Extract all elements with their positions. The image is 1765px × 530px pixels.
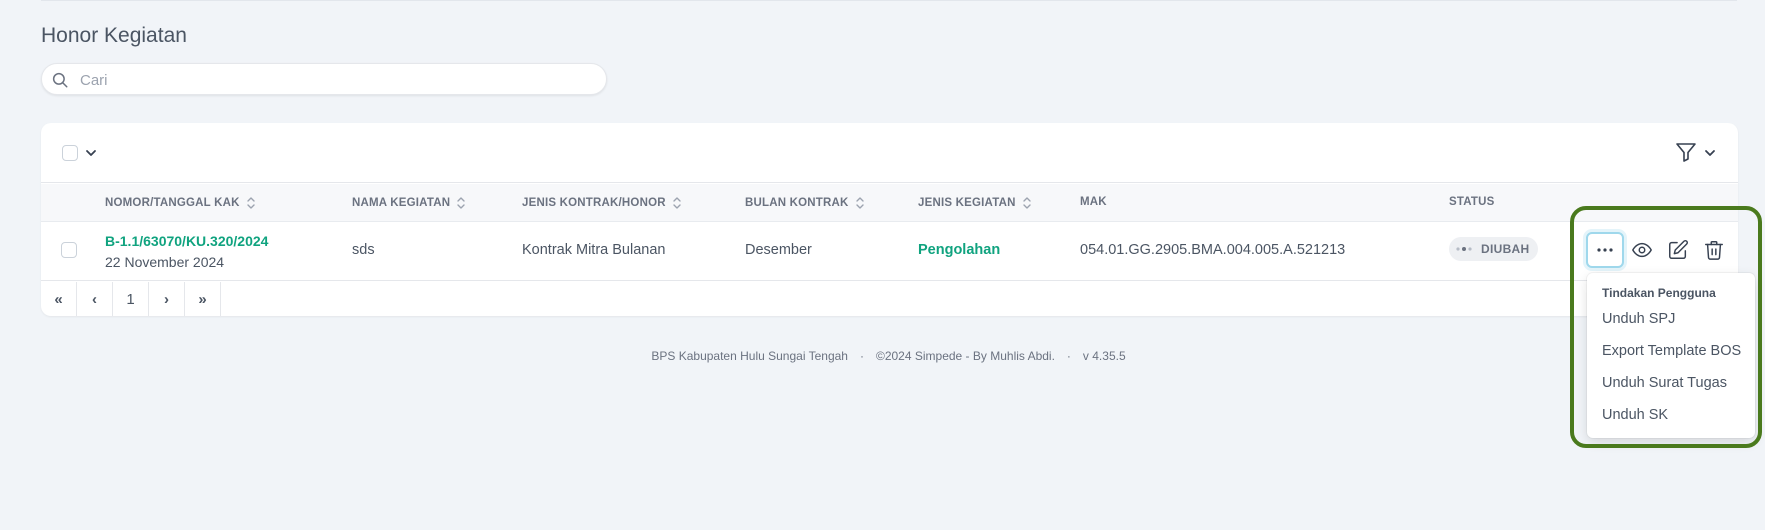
chevron-down-icon[interactable] xyxy=(85,147,97,159)
more-actions-button[interactable] xyxy=(1586,232,1624,268)
table-row[interactable]: B-1.1/63070/KU.320/2024 22 November 2024… xyxy=(41,222,1738,281)
bulan-kontrak: Desember xyxy=(745,242,812,258)
column-header-jenis-kegiatan[interactable]: JENIS KEGIATAN xyxy=(918,196,1032,210)
pagination: « ‹ 1 › » xyxy=(41,282,221,316)
footer-separator: · xyxy=(1066,349,1071,363)
first-page-button[interactable]: « xyxy=(41,282,77,316)
sort-icon xyxy=(1022,197,1031,209)
prev-page-button[interactable]: ‹ xyxy=(77,282,113,316)
filter-icon[interactable] xyxy=(1674,140,1698,164)
view-button[interactable] xyxy=(1624,232,1660,268)
table-header: NOMOR/TANGGAL KAK NAMA KEGIATAN JENIS KO… xyxy=(41,184,1738,222)
sort-icon xyxy=(246,197,255,209)
menu-item-export-template-bos[interactable]: Export Template BOS xyxy=(1602,343,1741,359)
footer-copyright: ©2024 Simpede - By Muhlis Abdi. xyxy=(875,349,1055,363)
next-page-button[interactable]: › xyxy=(149,282,185,316)
sort-icon xyxy=(457,197,465,209)
mak-code: 054.01.GG.2905.BMA.004.005.A.521213 xyxy=(1080,242,1346,258)
actions-dropdown-menu: Tindakan Pengguna Unduh SPJ Export Templ… xyxy=(1587,273,1755,438)
delete-button[interactable] xyxy=(1696,232,1732,268)
page-number-button[interactable]: 1 xyxy=(113,282,149,316)
eye-icon xyxy=(1632,242,1652,258)
table-card: NOMOR/TANGGAL KAK NAMA KEGIATAN JENIS KO… xyxy=(41,123,1738,316)
last-page-button[interactable]: » xyxy=(185,282,221,316)
table-toolbar xyxy=(41,123,1738,183)
more-horizontal-icon xyxy=(1597,248,1613,252)
column-header-bulan-kontrak[interactable]: BULAN KONTRAK xyxy=(745,196,865,210)
jenis-kontrak: Kontrak Mitra Bulanan xyxy=(522,242,666,258)
page-title: Honor Kegiatan xyxy=(41,24,187,47)
select-all-checkbox[interactable] xyxy=(62,145,78,161)
row-actions xyxy=(1586,232,1732,268)
column-header-jenis-kontrak[interactable]: JENIS KONTRAK/HONOR xyxy=(522,196,682,210)
kak-number-link[interactable]: B-1.1/63070/KU.320/2024 xyxy=(105,233,268,249)
menu-item-unduh-surat-tugas[interactable]: Unduh Surat Tugas xyxy=(1602,375,1727,391)
kak-date: 22 November 2024 xyxy=(105,254,225,270)
edit-button[interactable] xyxy=(1660,232,1696,268)
jenis-kegiatan: Pengolahan xyxy=(918,242,1001,258)
column-header-nomor-tanggal-kak[interactable]: NOMOR/TANGGAL KAK xyxy=(105,196,256,210)
column-header-status: STATUS xyxy=(1449,196,1495,208)
footer-separator: · xyxy=(859,349,864,363)
search-box[interactable] xyxy=(41,63,607,95)
menu-item-unduh-sk[interactable]: Unduh SK xyxy=(1602,407,1668,423)
footer: BPS Kabupaten Hulu Sungai Tengah · ©2024 S… xyxy=(0,349,1765,363)
status-label: DIUBAH xyxy=(1481,242,1530,256)
footer-org: BPS Kabupaten Hulu Sungai Tengah xyxy=(651,349,848,363)
trash-icon xyxy=(1705,241,1723,260)
sort-icon xyxy=(855,197,864,209)
column-header-mak: MAK xyxy=(1080,196,1107,208)
search-input[interactable] xyxy=(80,69,580,91)
status-dots-icon xyxy=(1456,247,1472,251)
search-icon xyxy=(52,72,68,88)
menu-item-unduh-spj[interactable]: Unduh SPJ xyxy=(1602,311,1675,327)
dropdown-header: Tindakan Pengguna xyxy=(1602,286,1716,300)
sort-icon xyxy=(673,197,681,209)
top-divider xyxy=(41,0,1737,1)
nama-kegiatan: sds xyxy=(352,242,375,258)
column-header-nama-kegiatan[interactable]: NAMA KEGIATAN xyxy=(352,196,466,210)
row-checkbox[interactable] xyxy=(61,242,77,258)
footer-version: v 4.35.5 xyxy=(1082,349,1126,363)
chevron-down-icon[interactable] xyxy=(1704,147,1716,159)
edit-icon xyxy=(1669,240,1688,259)
status-badge: DIUBAH xyxy=(1449,237,1539,261)
